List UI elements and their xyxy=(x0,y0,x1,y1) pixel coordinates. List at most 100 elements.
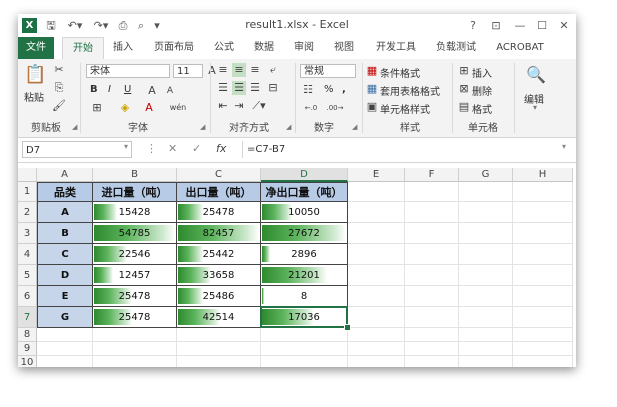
table-header-cell[interactable]: 进口量（吨） xyxy=(93,182,177,202)
cell-g5[interactable] xyxy=(459,265,513,286)
table-header-cell[interactable]: 品类 xyxy=(37,182,93,202)
align-bottom-icon[interactable]: ≡ xyxy=(248,63,262,77)
net-value-cell[interactable]: 8 xyxy=(261,286,348,307)
format-as-table-button[interactable]: 套用表格格式 xyxy=(380,83,440,98)
row-header-8[interactable]: 8 xyxy=(18,328,37,342)
cell-d8[interactable] xyxy=(261,328,348,342)
import-value-cell[interactable]: 54785 xyxy=(93,223,177,244)
tab-view[interactable]: 视图 xyxy=(326,37,362,59)
italic-button[interactable]: I xyxy=(108,84,111,95)
cell-e6[interactable] xyxy=(348,286,405,307)
format-painter-icon[interactable]: 🖌 xyxy=(52,99,66,113)
delete-cells-icon[interactable]: ⊠ xyxy=(458,82,470,96)
cell-g7[interactable] xyxy=(459,307,513,328)
row-header-1[interactable]: 1 xyxy=(18,182,37,202)
import-value-cell[interactable]: 15428 xyxy=(93,202,177,223)
cell-h4[interactable] xyxy=(513,244,573,265)
align-top-icon[interactable]: ≡ xyxy=(216,63,230,77)
table-header-cell[interactable]: 出口量（吨） xyxy=(177,182,261,202)
cell-h3[interactable] xyxy=(513,223,573,244)
category-cell[interactable]: G xyxy=(37,307,93,328)
row-header-5[interactable]: 5 xyxy=(18,265,37,286)
expand-formula-icon[interactable]: ▾ xyxy=(562,142,566,151)
insert-cells-button[interactable]: 插入 xyxy=(472,65,492,80)
cell-f2[interactable] xyxy=(405,202,459,223)
align-right-icon[interactable]: ☰ xyxy=(248,81,262,95)
cell-e8[interactable] xyxy=(348,328,405,342)
cell-g4[interactable] xyxy=(459,244,513,265)
align-center-icon[interactable]: ☰ xyxy=(232,81,246,95)
net-value-cell[interactable]: 2896 xyxy=(261,244,348,265)
cell-e1[interactable] xyxy=(348,182,405,202)
fill-handle[interactable] xyxy=(344,324,351,331)
cell-b10[interactable] xyxy=(93,356,177,367)
insert-cells-icon[interactable]: ⊞ xyxy=(458,64,470,78)
export-value-cell[interactable]: 25478 xyxy=(177,202,261,223)
category-cell[interactable]: A xyxy=(37,202,93,223)
column-header-d[interactable]: D xyxy=(261,168,348,182)
paste-icon[interactable]: 📋 xyxy=(24,63,46,87)
font-grow-icon[interactable]: A xyxy=(146,84,158,98)
cell-e9[interactable] xyxy=(348,342,405,356)
merge-center-icon[interactable]: ⊟ xyxy=(266,81,280,95)
cell-g8[interactable] xyxy=(459,328,513,342)
help-icon[interactable]: ? xyxy=(466,18,480,33)
column-header-g[interactable]: G xyxy=(459,168,513,182)
cut-icon[interactable]: ✂ xyxy=(52,63,66,77)
find-icon[interactable]: 🔍 xyxy=(526,65,546,85)
align-middle-icon[interactable]: ≡ xyxy=(232,63,246,77)
cell-styles-icon[interactable]: ▣ xyxy=(366,100,378,114)
clipboard-launcher-icon[interactable]: ◢ xyxy=(72,123,77,131)
cell-h5[interactable] xyxy=(513,265,573,286)
row-header-9[interactable]: 9 xyxy=(18,342,37,356)
net-value-cell[interactable]: 21201 xyxy=(261,265,348,286)
currency-icon[interactable]: ☷ xyxy=(300,83,316,97)
cell-h8[interactable] xyxy=(513,328,573,342)
close-icon[interactable]: ✕ xyxy=(556,18,572,33)
select-all-corner[interactable] xyxy=(18,168,37,182)
cell-g1[interactable] xyxy=(459,182,513,202)
cell-h2[interactable] xyxy=(513,202,573,223)
cell-f10[interactable] xyxy=(405,356,459,367)
ribbon-display-icon[interactable]: ⊡ xyxy=(488,18,504,33)
cell-c9[interactable] xyxy=(177,342,261,356)
cell-g10[interactable] xyxy=(459,356,513,367)
font-color-icon[interactable]: A xyxy=(142,101,156,115)
export-value-cell[interactable]: 82457 xyxy=(177,223,261,244)
cell-e7[interactable] xyxy=(348,307,405,328)
cell-e10[interactable] xyxy=(348,356,405,367)
cell-b9[interactable] xyxy=(93,342,177,356)
row-header-3[interactable]: 3 xyxy=(18,223,37,244)
cell-f4[interactable] xyxy=(405,244,459,265)
decrease-indent-icon[interactable]: ⇤ xyxy=(216,99,230,113)
format-cells-button[interactable]: 格式 xyxy=(472,101,492,116)
alignment-launcher-icon[interactable]: ◢ xyxy=(286,123,291,131)
cell-a9[interactable] xyxy=(37,342,93,356)
font-size-select[interactable]: 11 xyxy=(173,64,203,78)
column-header-c[interactable]: C xyxy=(177,168,261,182)
comma-button[interactable]: , xyxy=(342,84,346,95)
cell-f7[interactable] xyxy=(405,307,459,328)
category-cell[interactable]: B xyxy=(37,223,93,244)
tab-home[interactable]: 开始 xyxy=(62,37,104,60)
name-box[interactable]: D7 xyxy=(22,141,132,158)
cell-h1[interactable] xyxy=(513,182,573,202)
cell-e4[interactable] xyxy=(348,244,405,265)
category-cell[interactable]: C xyxy=(37,244,93,265)
cell-c8[interactable] xyxy=(177,328,261,342)
cell-f8[interactable] xyxy=(405,328,459,342)
cell-f5[interactable] xyxy=(405,265,459,286)
tab-acrobat[interactable]: ACROBAT xyxy=(490,37,550,59)
cancel-icon[interactable]: ✕ xyxy=(168,142,177,155)
row-header-2[interactable]: 2 xyxy=(18,202,37,223)
tab-formulas[interactable]: 公式 xyxy=(206,37,242,59)
column-header-h[interactable]: H xyxy=(513,168,573,182)
borders-icon[interactable]: ⊞ xyxy=(90,101,104,115)
tab-load-test[interactable]: 负载测试 xyxy=(428,37,484,59)
tab-file[interactable]: 文件 xyxy=(18,37,54,59)
row-header-4[interactable]: 4 xyxy=(18,244,37,265)
phonetic-icon[interactable]: wén xyxy=(168,101,188,115)
export-value-cell[interactable]: 42514 xyxy=(177,307,261,328)
fill-color-icon[interactable]: ◈ xyxy=(118,101,132,115)
font-name-select[interactable]: 宋体 xyxy=(86,64,170,78)
